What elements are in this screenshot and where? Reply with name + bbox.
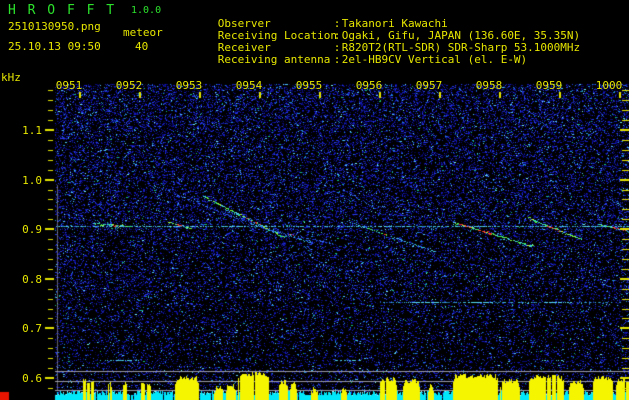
freq-label: 1.1 [22,124,42,137]
freq-label: 0.6 [22,372,42,385]
time-label: 0952 [115,79,143,92]
app-version: 1.0.0 [131,5,162,16]
time-label: 0957 [415,79,443,92]
mode-label: meteor [123,26,163,39]
freq-label: 0.7 [22,322,42,336]
info-label: Receiving antenna [217,53,331,66]
time-label: 0958 [475,79,503,92]
time-label: 1000 [595,79,623,92]
time-label: 0959 [535,79,563,92]
time-label: 0953 [175,79,203,92]
freq-label: 0.9 [22,223,42,237]
output-filename: 2510130950.png [8,20,101,33]
freq-label: 0.8 [22,272,42,286]
info-row-observer: Observer:Takanori Kawachi [178,6,580,30]
freq-unit-label: kHz [1,71,21,84]
time-label: 0954 [235,79,263,92]
station-info: Observer:Takanori Kawachi Receiving Loca… [178,6,580,66]
hrofft-window: H R O F F T 1.0.0 2510130950.png meteor … [0,0,629,400]
freq-label: 1.0 [22,173,42,187]
info-value: 2el-HB9CV Vertical (el. E-W) [341,53,528,66]
colon: : [333,53,341,66]
time-label: 0956 [355,79,383,92]
echo-count: 40 [135,40,149,53]
time-label: 0951 [55,79,83,92]
app-title: H R O F F T [8,3,117,18]
date-time: 25.10.13 09:50 [8,40,101,53]
time-label: 0955 [295,79,323,92]
